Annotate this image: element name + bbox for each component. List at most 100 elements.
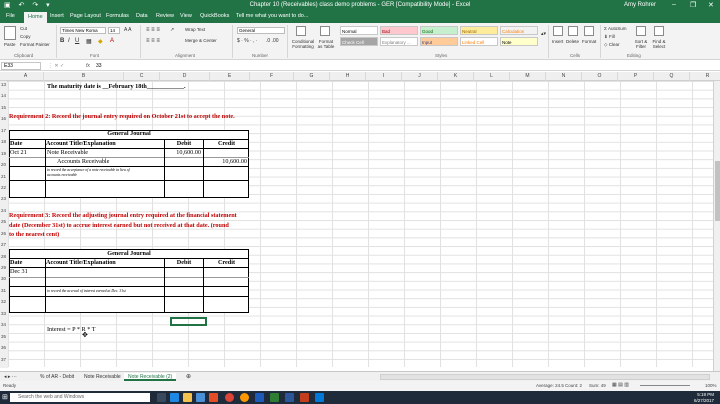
row-header[interactable]: 23 [0, 196, 8, 208]
decimal-icon[interactable]: .0 .00 [266, 38, 279, 44]
style-note[interactable]: Note [500, 37, 538, 46]
chrome-icon[interactable] [225, 393, 234, 402]
font-size-select[interactable]: 14 [108, 27, 120, 34]
vertical-scrollbar[interactable] [713, 81, 720, 371]
add-sheet-icon[interactable]: ⊕ [186, 373, 191, 381]
row-header[interactable]: 33 [0, 310, 8, 323]
sheet-tab-ar-debit[interactable]: % of AR - Debit [40, 373, 74, 381]
style-explanatory[interactable]: Explanatory ... [380, 37, 418, 46]
worksheet-grid[interactable] [8, 81, 720, 367]
minimize-icon[interactable]: – [672, 1, 676, 8]
row-header[interactable]: 19 [0, 150, 8, 163]
insert-cells-button[interactable]: Insert [552, 39, 563, 44]
sheet-nav-arrows[interactable]: ◂ ▸ ··· [4, 373, 17, 381]
outlook-icon[interactable] [255, 393, 264, 402]
row-header[interactable]: 22 [0, 184, 8, 197]
row-header[interactable]: 37 [0, 356, 8, 368]
column-header[interactable]: E [210, 72, 250, 81]
edge-icon[interactable] [170, 393, 179, 402]
column-header[interactable]: K [438, 72, 474, 81]
formula-input[interactable]: 33 [96, 63, 102, 69]
scrollbar-thumb[interactable] [715, 161, 720, 221]
firefox-icon[interactable] [240, 393, 249, 402]
find-select-icon[interactable] [654, 26, 664, 36]
column-header[interactable]: C [124, 72, 160, 81]
row-header[interactable]: 36 [0, 345, 8, 357]
column-header[interactable]: B [44, 72, 124, 81]
formula-bar-buttons[interactable]: ⋮ ✕ ✓ [48, 63, 64, 69]
column-header[interactable]: N [546, 72, 582, 81]
excel-icon[interactable] [270, 393, 279, 402]
windows-start-icon[interactable]: ⊞ [2, 393, 8, 401]
row-header[interactable]: 26 [0, 230, 8, 243]
borders-icon[interactable]: ▦ [86, 38, 92, 45]
accounting-format-icon[interactable]: $ · % · , · [237, 38, 258, 44]
fx-icon[interactable]: fx [86, 63, 90, 69]
column-header[interactable]: F [250, 72, 294, 81]
row-header[interactable]: 20 [0, 162, 8, 174]
underline-icon[interactable]: U [75, 38, 79, 44]
store-icon[interactable] [196, 393, 205, 402]
tab-quickbooks[interactable]: QuickBooks [200, 13, 229, 19]
styles-more-icon[interactable]: ▴▾ [541, 31, 546, 37]
conditional-formatting-button[interactable]: Conditional Formatting [290, 39, 316, 49]
italic-icon[interactable]: I [68, 38, 70, 44]
column-header[interactable]: A [8, 72, 44, 81]
tell-me-search[interactable]: Tell me what you want to do... [236, 13, 308, 19]
wrap-text-button[interactable]: Wrap Text [185, 27, 205, 32]
word-icon[interactable] [285, 393, 294, 402]
row-header[interactable]: 28 [0, 253, 8, 266]
style-neutral[interactable]: Neutral [460, 26, 498, 35]
row-header[interactable]: 13 [0, 82, 8, 94]
taskbar-clock[interactable]: 5:19 PM 6/27/2017 [694, 392, 714, 403]
sheet-tab-note-receivable[interactable]: Note Receivable [84, 373, 121, 381]
tab-view[interactable]: View [180, 13, 192, 19]
close-icon[interactable]: ✕ [708, 1, 714, 9]
font-name-select[interactable]: Times New Roma [60, 27, 106, 34]
style-calculation[interactable]: Calculation [500, 26, 538, 35]
top-align-icon[interactable]: ≡ ≡ ≡ [146, 27, 160, 33]
column-header[interactable]: P [618, 72, 654, 81]
style-check-cell[interactable]: Check Cell [340, 37, 378, 46]
sheet-tab-note-receivable-2[interactable]: Note Receivable (2) [124, 373, 177, 381]
powerpoint-icon[interactable] [300, 393, 309, 402]
tab-page-layout[interactable]: Page Layout [70, 13, 101, 19]
delete-cells-icon[interactable] [568, 26, 578, 36]
tab-home[interactable]: Home [24, 12, 47, 23]
column-header[interactable]: L [474, 72, 510, 81]
row-header[interactable]: 31 [0, 287, 8, 300]
row-header[interactable]: 25 [0, 219, 8, 231]
style-bad[interactable]: Bad [380, 26, 418, 35]
paste-button[interactable]: Paste [4, 42, 16, 47]
column-header[interactable]: H [330, 72, 366, 81]
format-as-table-icon[interactable] [320, 26, 330, 36]
insert-cells-icon[interactable] [553, 26, 563, 36]
style-linked-cell[interactable]: Linked Cell [460, 37, 498, 46]
format-cells-button[interactable]: Format [582, 39, 596, 44]
row-header[interactable]: 17 [0, 127, 8, 140]
row-header[interactable]: 14 [0, 93, 8, 105]
find-select-button[interactable]: Find & Select [650, 39, 668, 49]
sort-filter-icon[interactable] [636, 26, 646, 36]
column-header[interactable]: I [366, 72, 402, 81]
copy-button[interactable]: Copy [20, 34, 31, 39]
view-mode-icons[interactable]: ▦ ▤ ▥ [612, 382, 629, 388]
font-color-icon[interactable]: A [110, 38, 114, 44]
row-header[interactable]: 16 [0, 116, 8, 128]
tab-data[interactable]: Data [136, 13, 148, 19]
maximize-icon[interactable]: ❐ [690, 1, 696, 9]
style-input[interactable]: Input [420, 37, 458, 46]
column-header[interactable]: R [690, 72, 720, 81]
row-header[interactable]: 35 [0, 333, 8, 346]
format-as-table-button[interactable]: Format as Table [316, 39, 336, 49]
row-header[interactable]: 27 [0, 242, 8, 254]
row-header[interactable]: 15 [0, 104, 8, 117]
clear-button[interactable]: ◇ Clear [604, 42, 619, 48]
row-header[interactable]: 21 [0, 173, 8, 185]
column-header[interactable]: O [582, 72, 618, 81]
orientation-icon[interactable]: ↗ [170, 27, 174, 33]
fill-button[interactable]: ⬇ Fill [604, 34, 615, 40]
zoom-slider[interactable] [640, 385, 690, 386]
number-format-select[interactable]: General [237, 27, 285, 34]
tab-formulas[interactable]: Formulas [106, 13, 129, 19]
